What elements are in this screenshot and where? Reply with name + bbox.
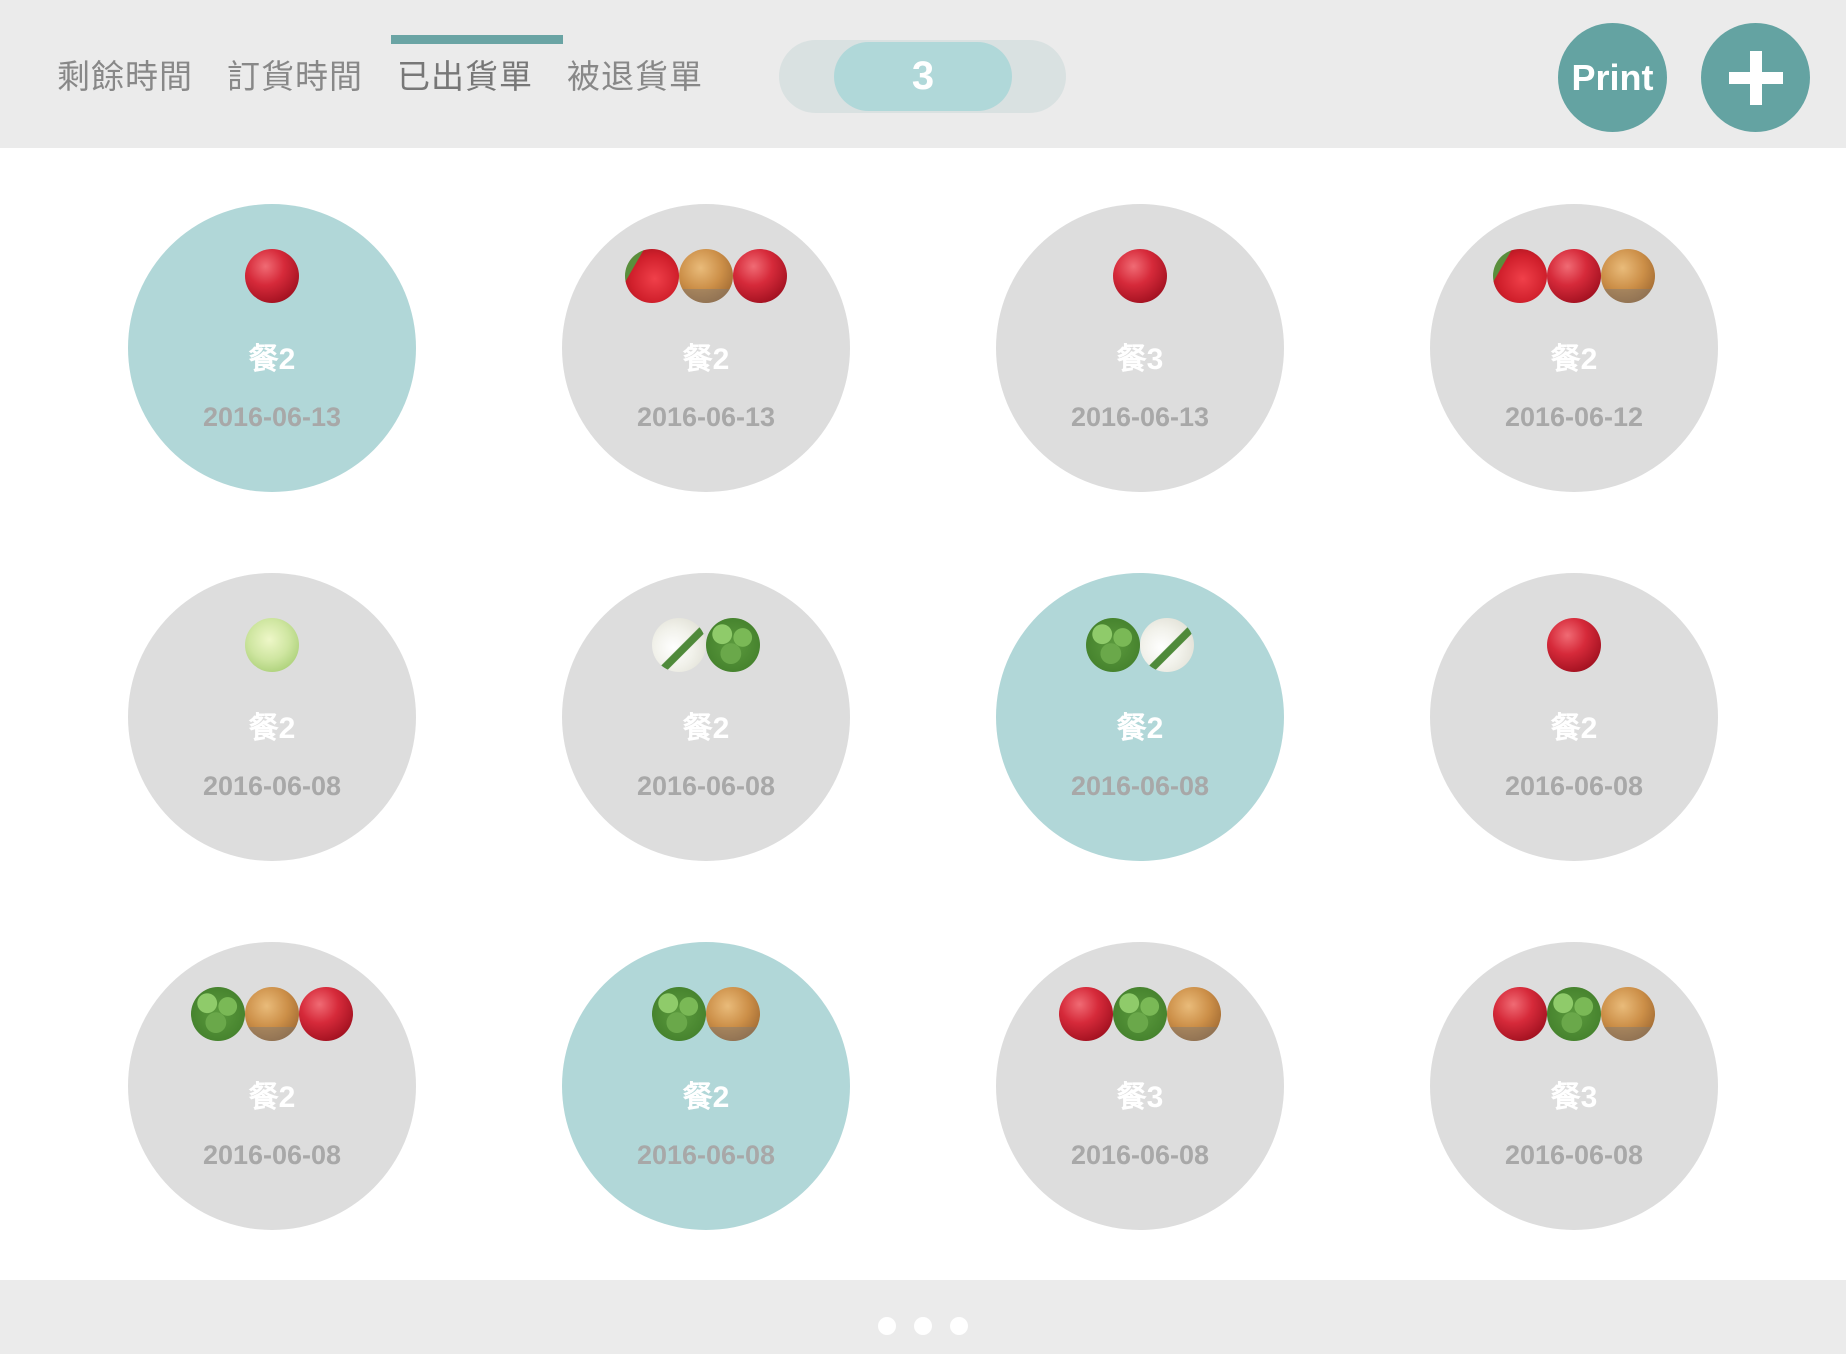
order-items [1430, 249, 1718, 305]
radish-icon [652, 618, 706, 672]
red-pepper-icon [625, 249, 679, 303]
order-card[interactable]: 餐2 2016-06-13 [128, 204, 416, 492]
order-meal: 餐2 [1550, 712, 1598, 745]
order-meal: 餐2 [682, 343, 730, 376]
order-items [128, 618, 416, 674]
order-items [128, 249, 416, 305]
order-date: 2016-06-13 [1070, 402, 1210, 432]
order-card[interactable]: 餐2 2016-06-08 [996, 573, 1284, 861]
broccoli-icon [1113, 987, 1167, 1041]
cabbage-icon [245, 618, 299, 672]
potato-icon [1167, 987, 1221, 1041]
pagination-dots [878, 1317, 986, 1335]
order-card[interactable]: 餐2 2016-06-08 [128, 942, 416, 1230]
order-items [128, 987, 416, 1043]
order-grid: 餐2 2016-06-13 餐2 2016-06-13 餐3 2016-06-13 餐2 20… [0, 148, 1846, 1280]
tab-shipped-orders[interactable]: 已出貨單 [380, 0, 563, 148]
order-card[interactable]: 餐3 2016-06-08 [1430, 942, 1718, 1230]
order-items [1430, 987, 1718, 1043]
order-items [562, 618, 850, 674]
tab-returned-orders[interactable]: 被退貨單 [550, 0, 720, 148]
order-date: 2016-06-08 [202, 771, 342, 801]
order-items [1430, 618, 1718, 674]
order-meal: 餐2 [682, 712, 730, 745]
order-date: 2016-06-08 [636, 1140, 776, 1170]
potato-icon [679, 249, 733, 303]
apple-icon [1493, 987, 1547, 1041]
broccoli-icon [652, 987, 706, 1041]
order-date: 2016-06-13 [202, 402, 342, 432]
order-count-value: 3 [834, 42, 1012, 111]
radish-icon [1140, 618, 1194, 672]
broccoli-icon [191, 987, 245, 1041]
order-date: 2016-06-08 [202, 1140, 342, 1170]
bottom-bar [0, 1280, 1846, 1354]
order-date: 2016-06-08 [1504, 1140, 1644, 1170]
order-meal: 餐2 [1550, 343, 1598, 376]
order-card[interactable]: 餐3 2016-06-08 [996, 942, 1284, 1230]
print-button[interactable]: Print [1558, 23, 1667, 132]
order-date: 2016-06-08 [1070, 1140, 1210, 1170]
order-meal: 餐2 [248, 712, 296, 745]
red-pepper-icon [1493, 249, 1547, 303]
order-date: 2016-06-08 [636, 771, 776, 801]
broccoli-icon [1547, 987, 1601, 1041]
potato-icon [706, 987, 760, 1041]
apple-icon [733, 249, 787, 303]
page-dot[interactable] [878, 1317, 896, 1335]
order-meal: 餐3 [1550, 1081, 1598, 1114]
order-card[interactable]: 餐3 2016-06-13 [996, 204, 1284, 492]
page-dot[interactable] [914, 1317, 932, 1335]
order-meal: 餐3 [1116, 343, 1164, 376]
order-count-indicator: 3 [779, 40, 1066, 113]
tab-order-time[interactable]: 訂貨時間 [210, 0, 380, 148]
order-card[interactable]: 餐2 2016-06-08 [128, 573, 416, 861]
order-meal: 餐2 [248, 1081, 296, 1114]
order-meal: 餐2 [1116, 712, 1164, 745]
plus-icon [1728, 50, 1783, 105]
order-meal: 餐2 [682, 1081, 730, 1114]
order-meal: 餐3 [1116, 1081, 1164, 1114]
potato-icon [1601, 987, 1655, 1041]
broccoli-icon [1086, 618, 1140, 672]
tab-remaining-time[interactable]: 剩餘時間 [40, 0, 210, 148]
order-date: 2016-06-13 [636, 402, 776, 432]
order-items [996, 987, 1284, 1043]
order-card[interactable]: 餐2 2016-06-12 [1430, 204, 1718, 492]
apple-icon [1547, 618, 1601, 672]
order-meal: 餐2 [248, 343, 296, 376]
order-date: 2016-06-12 [1504, 402, 1644, 432]
order-card[interactable]: 餐2 2016-06-08 [562, 573, 850, 861]
apple-icon [245, 249, 299, 303]
page-dot[interactable] [950, 1317, 968, 1335]
order-date: 2016-06-08 [1504, 771, 1644, 801]
order-card[interactable]: 餐2 2016-06-08 [1430, 573, 1718, 861]
top-bar: 剩餘時間 訂貨時間 已出貨單 被退貨單 3 Print [0, 0, 1846, 148]
order-items [996, 249, 1284, 305]
broccoli-icon [706, 618, 760, 672]
tab-bar: 剩餘時間 訂貨時間 已出貨單 被退貨單 [40, 0, 720, 148]
apple-icon [1059, 987, 1113, 1041]
apple-icon [299, 987, 353, 1041]
potato-icon [245, 987, 299, 1041]
order-card[interactable]: 餐2 2016-06-08 [562, 942, 850, 1230]
order-items [562, 987, 850, 1043]
order-items [996, 618, 1284, 674]
apple-icon [1113, 249, 1167, 303]
order-items [562, 249, 850, 305]
add-order-button[interactable] [1701, 23, 1810, 132]
order-card[interactable]: 餐2 2016-06-13 [562, 204, 850, 492]
order-date: 2016-06-08 [1070, 771, 1210, 801]
apple-icon [1547, 249, 1601, 303]
potato-icon [1601, 249, 1655, 303]
